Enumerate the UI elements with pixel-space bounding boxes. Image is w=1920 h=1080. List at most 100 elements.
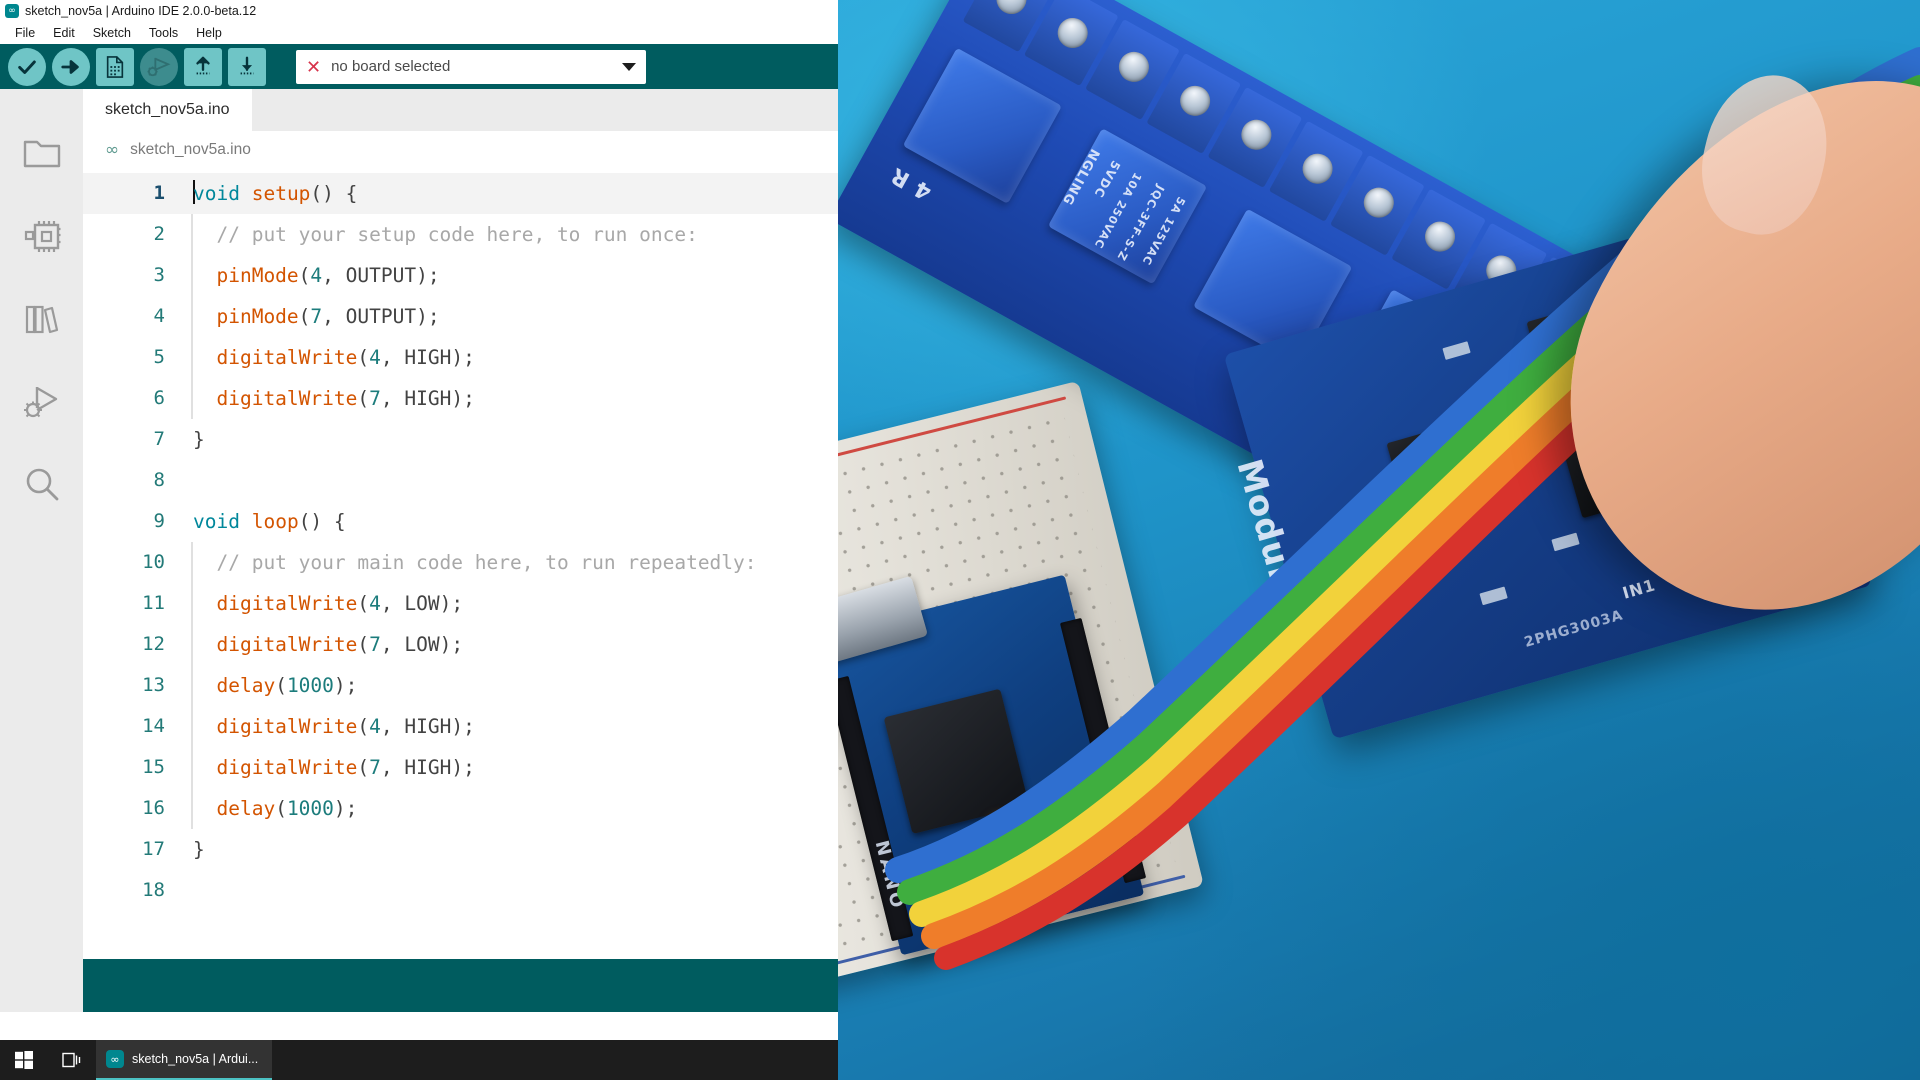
line-number: 14 (142, 715, 165, 737)
line-number: 3 (153, 264, 165, 286)
taskbar-item-arduino[interactable]: ∞ sketch_nov5a | Ardui... (96, 1040, 273, 1080)
code-token: ( (357, 592, 370, 615)
sidebar-item-search[interactable] (0, 443, 83, 526)
sidebar-item-debug[interactable] (0, 360, 83, 443)
editor-tab-sketch[interactable]: sketch_nov5a.ino (83, 89, 252, 131)
code-token: OUTPUT (345, 264, 417, 287)
code-line: 13 delay(1000); (83, 665, 838, 706)
code-token: } (193, 838, 205, 861)
folder-icon (23, 140, 60, 167)
line-number: 15 (142, 756, 165, 778)
code-token: 7 (310, 305, 323, 328)
code-token: // put your main code here, to run repea… (193, 551, 757, 574)
line-number: 17 (142, 838, 165, 860)
chip-icon (24, 220, 60, 252)
code-text: pinMode(4, OUTPUT); (193, 255, 439, 296)
save-sketch-button[interactable] (228, 47, 266, 86)
menu-edit[interactable]: Edit (44, 24, 84, 42)
code-text: void loop() { (193, 501, 346, 542)
line-number: 16 (142, 797, 165, 819)
task-view-button[interactable] (48, 1040, 96, 1080)
line-number: 5 (153, 346, 165, 368)
menu-help[interactable]: Help (187, 24, 231, 42)
activity-bar (0, 89, 83, 1012)
board-selector-dropdown[interactable]: ✕ no board selected (296, 49, 646, 84)
magnifier-icon (26, 468, 58, 500)
code-token: ); (451, 387, 475, 410)
verify-button[interactable] (8, 47, 46, 86)
menu-file[interactable]: File (6, 24, 44, 42)
code-token: ( (275, 797, 287, 820)
code-token: digitalWrite (216, 756, 358, 779)
code-token: () { (298, 510, 346, 533)
code-token: , (380, 387, 405, 410)
code-token: 1000 (286, 797, 334, 820)
editor-area: sketch_nov5a.ino ∞ sketch_nov5a.ino 1 voi… (83, 89, 838, 1012)
task-view-icon (62, 1052, 81, 1068)
sidebar-item-boards-manager[interactable] (0, 194, 83, 277)
code-token: digitalWrite (216, 715, 358, 738)
code-token: , (322, 264, 346, 287)
code-token: HIGH (404, 387, 452, 410)
code-token: OUTPUT (345, 305, 417, 328)
console-strip (83, 959, 838, 1012)
code-editor[interactable]: 1 void setup() {2 // put your setup code … (83, 169, 838, 959)
line-number: 4 (153, 305, 165, 327)
code-token: 7 (369, 633, 381, 656)
start-button[interactable] (0, 1040, 48, 1080)
windows-taskbar: ∞ sketch_nov5a | Ardui... (0, 1040, 838, 1080)
code-line: 4 pinMode(7, OUTPUT); (83, 296, 838, 337)
photo-overlay: 4 R NGLING 5VDC 10A 250VAC JQC-3FF-S-Z 5… (838, 0, 1920, 1080)
new-sketch-button[interactable] (96, 47, 134, 86)
editor-tab-strip: sketch_nov5a.ino (83, 89, 838, 131)
code-token: HIGH (404, 346, 452, 369)
line-number: 9 (153, 510, 165, 532)
code-token: ); (439, 592, 464, 615)
code-text: digitalWrite(7, LOW); (193, 624, 463, 665)
code-token: ); (333, 674, 358, 697)
code-token: // put your setup code here, to run once… (193, 223, 698, 246)
code-line: 9 void loop() { (83, 501, 838, 542)
code-text: pinMode(7, OUTPUT); (193, 296, 439, 337)
sidebar-item-library-manager[interactable] (0, 277, 83, 360)
menu-sketch[interactable]: Sketch (84, 24, 140, 42)
code-token: , (380, 756, 405, 779)
books-icon (25, 305, 58, 333)
breadcrumb: ∞ sketch_nov5a.ino (83, 131, 838, 169)
code-line: 14 digitalWrite(4, HIGH); (83, 706, 838, 747)
open-sketch-button[interactable] (184, 47, 222, 86)
code-text: digitalWrite(4, HIGH); (193, 337, 474, 378)
code-token: digitalWrite (216, 633, 358, 656)
code-token: , (380, 346, 405, 369)
code-token: 7 (369, 387, 381, 410)
code-token: ( (357, 633, 370, 656)
code-token: 1000 (286, 674, 334, 697)
toolbar: ✕ no board selected (0, 44, 838, 89)
sidebar-item-sketchbook[interactable] (0, 111, 83, 194)
debug-button[interactable] (140, 47, 178, 86)
code-token: void (193, 510, 240, 533)
menu-tools[interactable]: Tools (140, 24, 187, 42)
code-token: 7 (369, 756, 381, 779)
code-token: , (380, 592, 405, 615)
arduino-infinity-icon: ∞ (106, 1050, 124, 1068)
code-line: 18 (83, 870, 838, 911)
code-line: 7} (83, 419, 838, 460)
line-number: 8 (153, 469, 165, 491)
upload-button[interactable] (52, 47, 90, 86)
code-text: delay(1000); (193, 665, 357, 706)
code-token: 4 (310, 264, 323, 287)
arduino-infinity-icon: ∞ (5, 4, 19, 18)
line-number: 7 (153, 428, 165, 450)
line-number: 6 (153, 387, 165, 409)
code-text: digitalWrite(4, HIGH); (193, 706, 474, 747)
title-bar: ∞ sketch_nov5a | Arduino IDE 2.0.0-beta.… (0, 0, 838, 22)
code-token: HIGH (404, 715, 452, 738)
code-token: setup (251, 182, 311, 205)
code-token: ); (451, 756, 475, 779)
